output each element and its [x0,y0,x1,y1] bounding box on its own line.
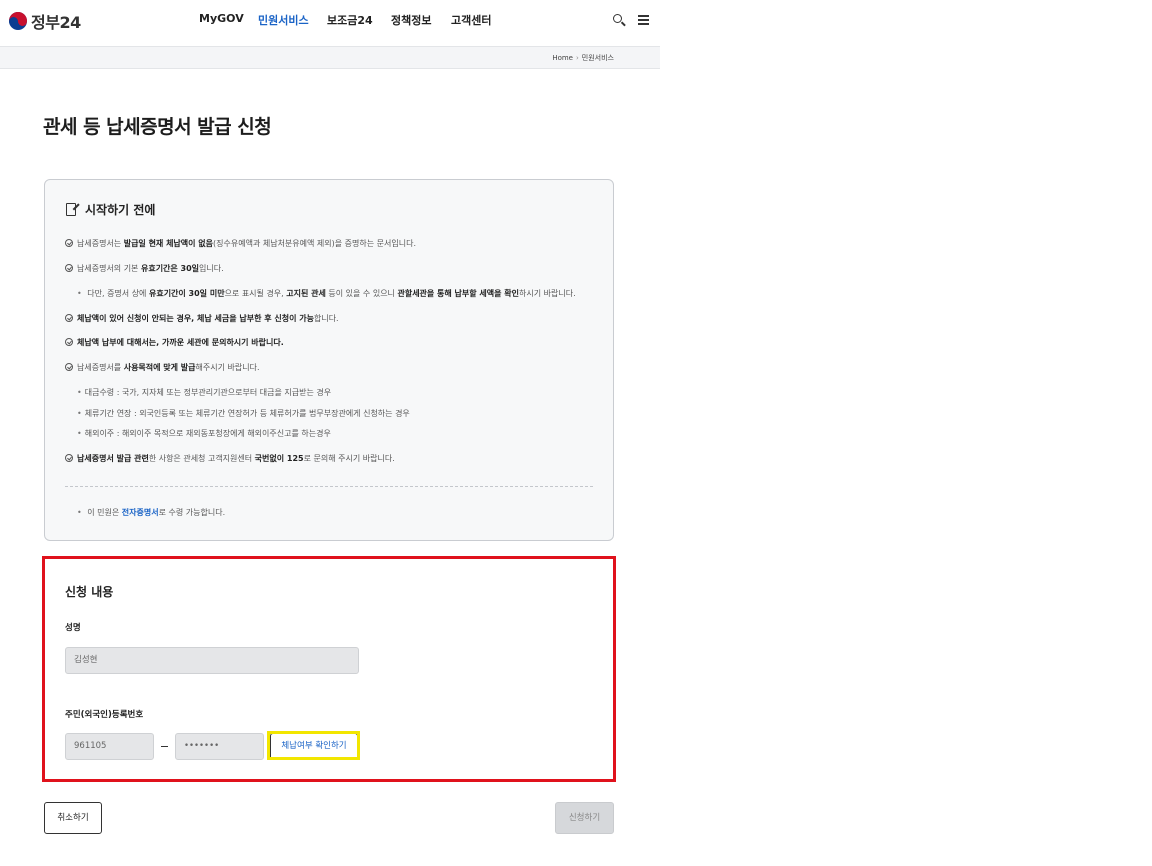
check-circle-icon [65,314,73,322]
check-circle-icon [65,363,73,371]
notice-subitem: 대금수령 : 국가, 지자체 또는 정부관리기관으로부터 대금을 지급받는 경우 [65,388,331,398]
name-field[interactable]: 김성현 [65,647,359,674]
rrn-back-field[interactable]: ••••••• [175,733,264,760]
nav-policy-info[interactable]: 정책정보 [391,12,431,28]
check-circle-icon [65,338,73,346]
e-certificate-link[interactable]: 전자증명서 [122,508,159,517]
e-certificate-note: 이 민원은 전자증명서로 수령 가능합니다. [65,508,225,518]
notice-item: 납세증명서는 발급일 현재 체납액이 없음(징수유예액과 체납처분유예액 제외)… [65,239,416,249]
nav-mygov[interactable]: MyGOV [199,12,244,25]
gov24-logo[interactable]: 정부24 [9,9,81,33]
notice-subitem: 다만, 증명서 상에 유효기간이 30일 미만으로 표시될 경우, 고지된 관세… [65,289,575,299]
notice-subitem: 체류기간 연장 : 외국인등록 또는 체류기간 연장허가 등 체류허가를 법무부… [65,409,410,419]
rrn-separator [161,746,168,748]
nav-customer-center[interactable]: 고객센터 [451,12,491,28]
before-start-box: 시작하기 전에 납세증명서는 발급일 현재 체납액이 없음(징수유예액과 체납처… [44,179,614,541]
taegeuk-logo-icon [9,12,27,30]
name-label: 성명 [65,623,81,633]
notice-item: 납세증명서 발급 관련한 사항은 관세청 고객지원센터 국번없이 125로 문의… [65,454,395,464]
search-icon[interactable] [612,13,626,27]
application-form-title: 신청 내용 [65,585,114,599]
check-circle-icon [65,264,73,272]
breadcrumb-bar: Home › 민원서비스 [0,46,660,69]
notice-item: 체납액 납부에 대해서는, 가까운 세관에 문의하시기 바랍니다. [65,338,284,348]
before-start-header: 시작하기 전에 [66,201,155,218]
breadcrumb-current[interactable]: 민원서비스 [582,54,614,62]
page-title: 관세 등 납세증명서 발급 신청 [43,116,272,138]
breadcrumb-home[interactable]: Home [552,54,573,62]
dashed-divider [65,486,593,487]
chevron-right-icon: › [575,54,579,62]
apply-button[interactable]: 신청하기 [555,802,614,834]
rrn-front-field[interactable]: 961105 [65,733,154,760]
menu-icon[interactable] [637,13,651,27]
breadcrumb: Home › 민원서비스 [552,53,614,63]
before-start-title: 시작하기 전에 [85,203,156,217]
nav-subsidy24[interactable]: 보조금24 [327,12,373,28]
logo-text: 정부24 [31,13,81,32]
cancel-button[interactable]: 취소하기 [44,802,102,834]
rrn-label: 주민(외국인)등록번호 [65,710,144,720]
check-circle-icon [65,239,73,247]
nav-civil-service[interactable]: 민원서비스 [258,12,309,28]
notice-item: 납세증명서를 사용목적에 맞게 발급해주시기 바랍니다. [65,363,259,373]
document-edit-icon [66,202,80,217]
check-button-highlight [267,731,360,760]
notice-item: 체납액이 있어 신청이 안되는 경우, 체납 세금을 납부한 후 신청이 가능합… [65,314,339,324]
notice-item: 납세증명서의 기본 유효기간은 30일입니다. [65,264,224,274]
check-circle-icon [65,454,73,462]
notice-subitem: 해외이주 : 해외이주 목적으로 재외동포청장에게 해외이주신고를 하는경우 [65,429,331,439]
site-header: 정부24 MyGOV 민원서비스 보조금24 정책정보 고객센터 [0,0,660,46]
